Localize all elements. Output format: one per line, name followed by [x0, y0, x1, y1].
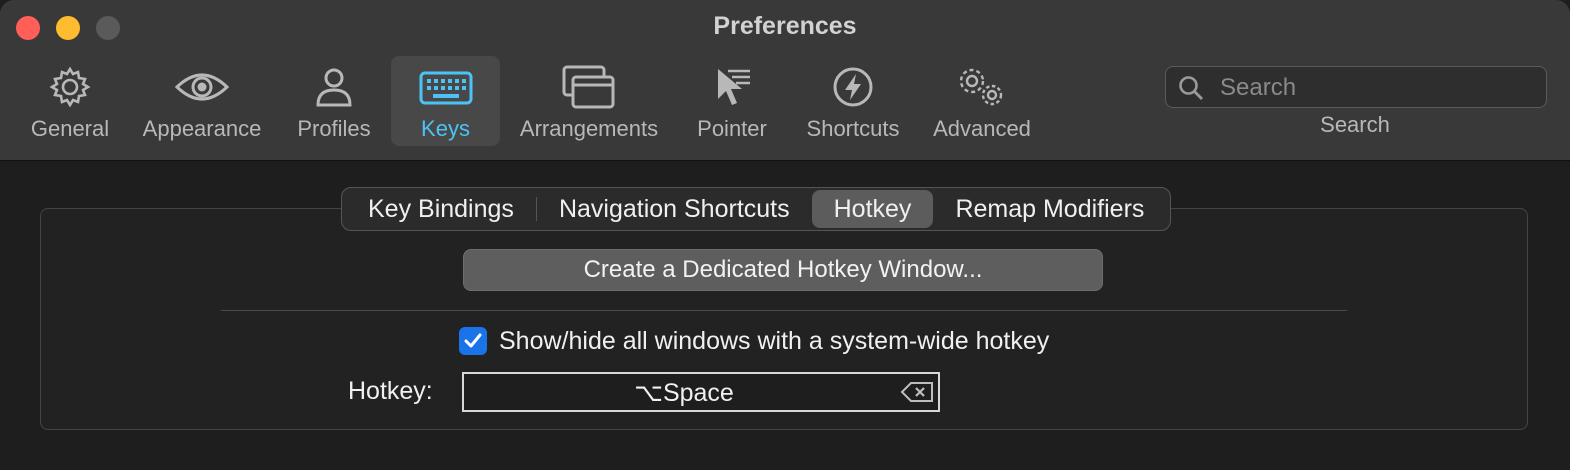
show-hide-checkbox[interactable] [459, 327, 487, 355]
toolbar-item-advanced[interactable]: Advanced [926, 56, 1038, 146]
checkmark-icon [464, 333, 482, 348]
toolbar-item-arrangements[interactable]: Arrangements [512, 56, 666, 146]
hotkey-label: Hotkey: [348, 377, 433, 405]
tab-bar: Key Bindings Navigation Shortcuts Hotkey… [341, 187, 1172, 231]
bolt-icon [831, 62, 875, 112]
toolbar-label-keys: Keys [421, 116, 470, 141]
tab-hotkey[interactable]: Hotkey [811, 190, 934, 228]
toolbar-label-shortcuts: Shortcuts [806, 116, 900, 141]
search-input[interactable] [1218, 71, 1532, 105]
toolbar-label-advanced: Advanced [933, 116, 1031, 141]
toolbar-label-arrangements: Arrangements [519, 116, 659, 141]
hotkey-recorder-field[interactable]: ⌥Space [462, 372, 940, 412]
toolbar-label-appearance: Appearance [142, 116, 262, 141]
search-icon [1178, 75, 1204, 106]
search-caption: Search [1320, 112, 1390, 137]
toolbar-item-general[interactable]: General [22, 56, 118, 146]
toolbar-label-general: General [30, 116, 110, 141]
tab-navigation-shortcuts[interactable]: Navigation Shortcuts [537, 190, 812, 228]
preferences-window: Preferences General Appearance Profiles … [0, 0, 1570, 470]
windows-icon [561, 62, 617, 112]
toolbar-item-appearance[interactable]: Appearance [136, 56, 268, 146]
tab-key-bindings[interactable]: Key Bindings [346, 190, 536, 228]
keyboard-icon [419, 62, 473, 112]
toolbar-item-pointer[interactable]: Pointer [688, 56, 776, 146]
hotkey-value: ⌥Space [634, 379, 734, 407]
search-field[interactable] [1165, 66, 1547, 108]
eye-icon [174, 62, 230, 112]
toolbar-label-profiles: Profiles [297, 116, 371, 141]
gears-icon [954, 62, 1010, 112]
toolbar-item-shortcuts[interactable]: Shortcuts [798, 56, 908, 146]
create-dedicated-hotkey-window-button[interactable]: Create a Dedicated Hotkey Window... [463, 249, 1103, 291]
show-hide-checkbox-label[interactable]: Show/hide all windows with a system-wide… [499, 327, 1049, 356]
toolbar-label-pointer: Pointer [697, 116, 767, 141]
clear-hotkey-icon[interactable] [900, 381, 934, 408]
toolbar-item-profiles[interactable]: Profiles [288, 56, 380, 146]
titlebar: Preferences General Appearance Profiles … [0, 0, 1570, 161]
tab-remap-modifiers[interactable]: Remap Modifiers [933, 190, 1166, 228]
person-icon [312, 62, 356, 112]
separator [221, 310, 1347, 311]
gear-icon [48, 62, 92, 112]
pointer-icon [710, 62, 754, 112]
window-title: Preferences [713, 12, 857, 40]
toolbar-item-keys[interactable]: Keys [391, 56, 500, 146]
